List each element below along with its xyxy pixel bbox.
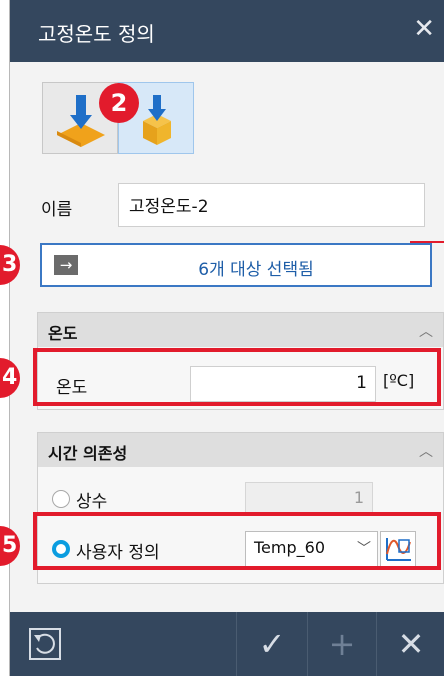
- add-button[interactable]: +: [308, 612, 376, 676]
- annotation-badge-2: 2: [99, 83, 139, 123]
- bottom-action-bar: ✓ + ✕: [10, 612, 444, 676]
- selection-box[interactable]: → 6개 대상 선택됨: [40, 243, 432, 287]
- annotation-frame-4: [33, 348, 441, 406]
- constant-radio[interactable]: [52, 490, 70, 508]
- temperature-panel-header[interactable]: 온도 ︿: [38, 313, 443, 347]
- reset-icon: [29, 628, 61, 660]
- selection-text: 6개 대상 선택됨: [198, 260, 314, 280]
- time-dependency-panel-title: 시간 의존성: [48, 444, 128, 463]
- collapse-chevron-icon[interactable]: ︿: [419, 441, 433, 461]
- reset-button[interactable]: [10, 612, 80, 676]
- annotation-frame-5: [33, 512, 441, 570]
- close-icon[interactable]: ✕: [413, 16, 435, 42]
- temperature-panel-title: 온도: [48, 324, 78, 343]
- leader-line: [410, 241, 444, 243]
- name-field[interactable]: 고정온도-2: [118, 183, 425, 227]
- time-dependency-panel-header[interactable]: 시간 의존성 ︿: [38, 433, 443, 467]
- fixed-temperature-dialog: 고정온도 정의 ✕ 이름 고정온도-2 → 6개 대상 선택됨 온도 ︿ 온도 …: [9, 0, 444, 676]
- add-icon: +: [328, 625, 356, 663]
- titlebar: 고정온도 정의 ✕: [10, 0, 444, 62]
- ok-button[interactable]: ✓: [237, 612, 307, 676]
- dialog-title: 고정온도 정의: [38, 22, 155, 46]
- cancel-button[interactable]: ✕: [377, 612, 444, 676]
- cancel-x-icon: ✕: [397, 625, 425, 663]
- constant-label: 상수: [76, 492, 108, 512]
- collapse-chevron-icon[interactable]: ︿: [419, 321, 433, 341]
- constant-value-field: 1: [245, 482, 373, 514]
- ok-check-icon: ✓: [258, 625, 286, 663]
- name-label: 이름: [41, 200, 73, 220]
